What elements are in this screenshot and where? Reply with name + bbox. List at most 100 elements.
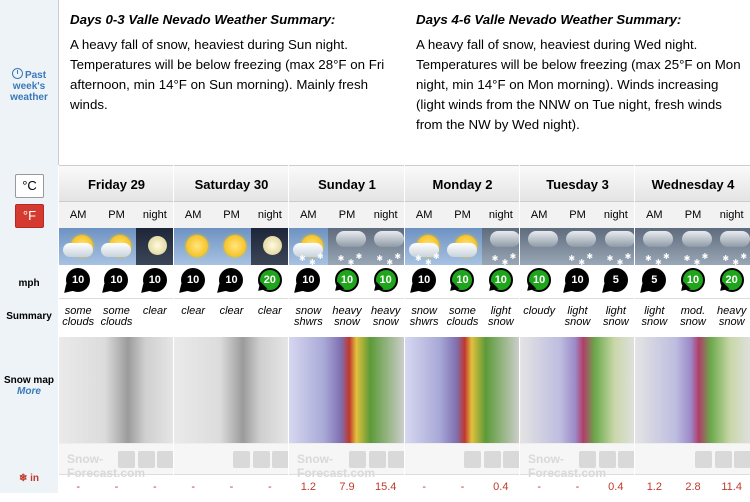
cloud-icon (447, 243, 478, 257)
cloud-icon (681, 231, 712, 247)
snow-amount: 0.4 (493, 481, 509, 493)
zoom-icon[interactable] (464, 451, 481, 468)
summary-text: A heavy fall of snow, heaviest during We… (416, 37, 741, 132)
animate-icon[interactable] (484, 451, 501, 468)
period-label: AM (646, 209, 663, 221)
snowflake-icon: ✱ (568, 254, 576, 263)
snowflake-icon: ✱ (722, 254, 730, 263)
snowflake-icon: ✱ (606, 254, 614, 263)
summary-text: mod. snow (680, 305, 706, 328)
sun-cloud-icon (59, 228, 98, 265)
moon-icon (250, 228, 289, 265)
zoom-icon[interactable] (349, 451, 366, 468)
snowflake-icon: ✱ (683, 254, 691, 263)
summary-row: light snow mod. snow heavy snow (635, 298, 750, 337)
snow-amount: - (267, 481, 272, 493)
wind-cell: 10 (366, 265, 405, 298)
day-header: Tuesday 3 (520, 165, 635, 202)
settings-icon[interactable] (503, 451, 520, 468)
wind-row: 10 10 20 (174, 265, 289, 298)
summary-text: some clouds (62, 305, 95, 328)
snowflake-icon: ✱ (624, 252, 632, 261)
snow-map[interactable] (289, 337, 405, 443)
cloud-icon (643, 231, 673, 247)
period-row: AM PM night (405, 202, 520, 228)
animate-icon[interactable] (369, 451, 386, 468)
clock-icon (11, 68, 23, 79)
summary-text: light snow (564, 305, 591, 328)
snowflake-icon: ✱ (509, 252, 517, 261)
summary-text: heavy snow (332, 305, 362, 328)
cloud-icon (489, 231, 520, 247)
snow-map[interactable] (174, 337, 289, 443)
sun-icon (224, 235, 247, 257)
snow-map[interactable] (520, 337, 635, 443)
period-label: night (257, 209, 282, 221)
snow-icon: ✱ ✱ ✱ (366, 228, 406, 265)
more-link[interactable]: More (17, 386, 41, 397)
snow-map[interactable] (59, 337, 174, 443)
cloud-icon (720, 231, 750, 247)
settings-icon[interactable] (388, 451, 405, 468)
snowflake-icon: ✱ (645, 254, 652, 263)
animate-icon[interactable] (715, 451, 732, 468)
wind-arrow-icon: 10 (681, 268, 705, 292)
summary-text: snow shwrs (293, 305, 323, 328)
summary-text: clear (219, 305, 244, 317)
wind-arrow-icon: 10 (450, 268, 475, 292)
summary-text: snow shwrs (409, 305, 439, 328)
snow-unit-text: in (30, 473, 40, 484)
cloud-icon (63, 243, 93, 257)
wind-arrow-icon: 10 (219, 268, 244, 292)
snow-icon: ✱ ✱ ✱ (596, 228, 635, 265)
sun-cloud-icon (97, 228, 136, 265)
forecast-table: Friday 29 AM PM night 10 10 10 some clouds some … (58, 165, 750, 493)
settings-icon[interactable] (157, 451, 174, 468)
settings-icon[interactable] (734, 451, 750, 468)
settings-icon[interactable] (272, 451, 289, 468)
summary-text: some clouds (100, 305, 133, 328)
day-column: Monday 2 AM PM night ✱ ✱ ✱ ✱ ✱ ✱ 10 10 10 snow shwrs s… (404, 165, 520, 493)
sun-snow-icon: ✱ ✱ ✱ (405, 228, 444, 265)
wind-cell: 10 (405, 265, 443, 298)
animate-icon[interactable] (253, 451, 270, 468)
wind-row: 10 10 5 (520, 265, 635, 298)
celsius-button[interactable]: °C (15, 174, 44, 198)
snow-amount: - (422, 481, 426, 493)
fahrenheit-button[interactable]: °F (15, 204, 44, 228)
summary-text: light snow (641, 305, 668, 328)
snow-icon: ✱ ✱ ✱ (481, 228, 520, 265)
wind-cell: 10 (97, 265, 135, 298)
snow-icon: ✱ ✱ ✱ (673, 228, 713, 265)
wind-cell: 10 (558, 265, 596, 298)
snowflake-icon: ❄ (18, 473, 31, 484)
animate-icon[interactable] (599, 451, 616, 468)
period-label: night (373, 209, 398, 221)
summary-days-4-6: Days 4-6 Valle Nevado Weather Summary: A… (416, 10, 746, 135)
settings-icon[interactable] (618, 451, 635, 468)
past-weather-link[interactable]: Past week's weather (0, 68, 58, 103)
snowflake-icon: ✱ (501, 258, 509, 265)
snowflake-icon: ✱ (740, 252, 748, 261)
snow-amount: - (191, 481, 195, 493)
zoom-icon[interactable] (118, 451, 135, 468)
summary-text: heavy snow (371, 305, 401, 328)
snow-map-label: Snow map More (0, 375, 58, 397)
sun-icon (174, 228, 213, 265)
wind-cell: 10 (443, 265, 481, 298)
snowflake-icon: ✱ (693, 258, 701, 265)
wind-arrow-icon: 5 (603, 268, 628, 292)
zoom-icon[interactable] (579, 451, 596, 468)
wind-cell: 10 (136, 265, 174, 298)
snow-map[interactable] (635, 337, 750, 443)
past-label-3: weather (10, 92, 48, 103)
snow-map[interactable] (405, 337, 520, 443)
snow-unit-label[interactable]: ❄ in (0, 473, 58, 484)
snowflake-icon: ✱ (355, 252, 363, 261)
wind-arrow-icon: 10 (488, 268, 513, 292)
zoom-icon[interactable] (233, 451, 250, 468)
zoom-icon[interactable] (695, 451, 712, 468)
cloud-icon (566, 231, 597, 247)
past-label: Past (24, 70, 47, 81)
animate-icon[interactable] (138, 451, 155, 468)
